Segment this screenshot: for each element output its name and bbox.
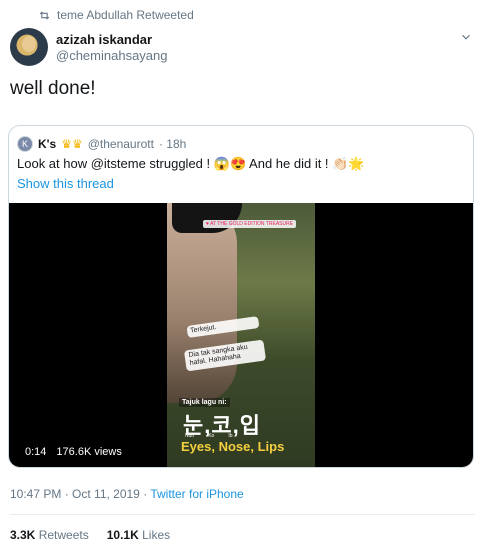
quoted-text: Look at how @itsteme struggled ! 😱😍 And …: [17, 156, 365, 172]
likes-stat[interactable]: 10.1K Likes: [107, 528, 170, 542]
video-views: 176.6K views: [56, 446, 122, 458]
crown-icon: ♛♛: [61, 137, 83, 151]
divider: [10, 514, 475, 515]
quoted-tweet[interactable]: K K's ♛♛ @thenaurott · 18h Look at how @…: [8, 125, 474, 468]
retweet-icon: [39, 10, 50, 20]
quoted-avatar: K: [17, 136, 33, 152]
quoted-text-part2: And he did it !: [249, 156, 329, 171]
retweets-label: Retweets: [38, 528, 89, 542]
tweet-meta: 10:47 PM · Oct 11, 2019 · Twitter for iP…: [10, 487, 244, 501]
likes-count: 10.1K: [106, 528, 139, 542]
meta-separator: ·: [143, 487, 148, 501]
video-person: [167, 203, 237, 403]
quoted-text-part1: Look at how @itsteme struggled !: [17, 156, 211, 171]
quoted-handle: @thenaurott: [87, 137, 154, 151]
tweet-datetime[interactable]: 10:47 PM · Oct 11, 2019: [10, 487, 140, 501]
quoted-time: · 18h: [158, 137, 187, 151]
retweets-count: 3.3K: [10, 528, 36, 542]
retweets-stat[interactable]: 3.3K Retweets: [10, 528, 89, 542]
chevron-down-icon[interactable]: [459, 30, 473, 44]
author-avatar[interactable]: [10, 28, 48, 66]
emoji-clap-star: 👏🏻🌟: [332, 156, 365, 171]
tweet-header: azizah iskandar @cheminahsayang: [10, 28, 475, 72]
likes-label: Likes: [142, 528, 171, 542]
video-player[interactable]: ♥ AT THE GOLD EDITION TREASURE Terkejut.…: [9, 203, 473, 467]
video-tag: ♥ AT THE GOLD EDITION TREASURE: [203, 220, 297, 228]
video-english-text: Eyes, Nose, Lips: [181, 439, 285, 454]
quoted-header: K K's ♛♛ @thenaurott · 18h: [17, 136, 186, 152]
show-thread-link[interactable]: Show this thread: [17, 176, 114, 191]
author-name[interactable]: azizah iskandar: [56, 32, 152, 47]
emoji-scream-heart-eyes: 😱😍: [213, 156, 247, 171]
tweet-text: well done!: [10, 78, 96, 99]
tweet-source[interactable]: Twitter for iPhone: [150, 487, 243, 501]
retweet-text: teme Abdullah Retweeted: [57, 8, 194, 22]
video-lesson-label: Tajuk lagu ni:: [179, 398, 230, 407]
quoted-name: K's: [38, 137, 57, 151]
video-info-badge: 0:14 176.6K views: [19, 443, 128, 461]
video-frame: ♥ AT THE GOLD EDITION TREASURE Terkejut.…: [167, 203, 315, 467]
retweet-context[interactable]: teme Abdullah Retweeted: [38, 8, 194, 22]
video-duration: 0:14: [25, 446, 47, 458]
tweet-stats: 3.3K Retweets 10.1K Likes: [10, 528, 170, 542]
author-handle[interactable]: @cheminahsayang: [56, 48, 167, 63]
